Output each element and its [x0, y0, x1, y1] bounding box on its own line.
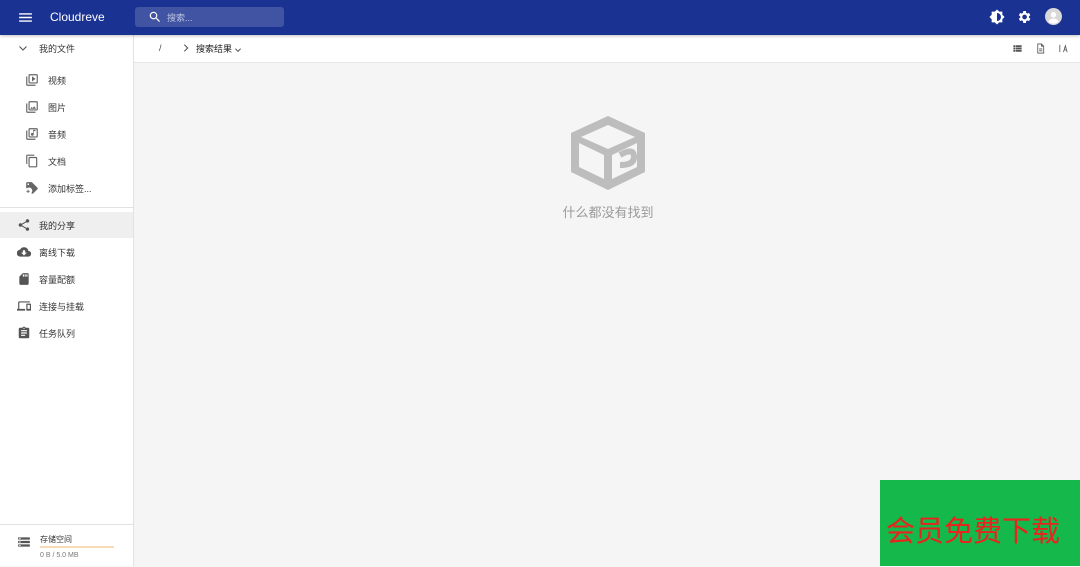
sidebar-item-label: 离线下载 — [39, 248, 76, 258]
sidebar-item-task-queue[interactable]: 任务队列 — [0, 320, 133, 346]
chevron-down-icon — [235, 47, 241, 52]
banner-text: 会员免费下载 — [886, 514, 1061, 548]
sidebar-item-add-tag[interactable]: 添加标签... — [0, 175, 133, 201]
sidebar-item-label: 我的分享 — [39, 221, 76, 231]
breadcrumb-current-label: 搜索结果 — [196, 44, 233, 54]
sidebar-item-label: 容量配额 — [39, 275, 76, 285]
share-icon — [18, 219, 30, 231]
sidebar-item-label: 图片 — [48, 103, 67, 113]
sidebar-item-label: 连接与挂载 — [39, 302, 85, 312]
sidebar-item-label: 文档 — [48, 157, 67, 167]
sidebar-item-label: 我的文件 — [39, 44, 76, 54]
sidebar-item-label: 添加标签... — [48, 184, 92, 194]
sidebar-item-my-files[interactable]: 我的文件 — [0, 35, 133, 61]
member-download-banner[interactable]: 会员免费下载 — [880, 480, 1080, 566]
avatar-icon[interactable] — [1045, 8, 1062, 25]
sidebar-item-label: 音频 — [48, 130, 67, 140]
divider — [0, 207, 133, 208]
search-icon — [149, 11, 160, 22]
storage-progress-bar — [40, 546, 114, 548]
sidebar: 我的文件 视频 图片 音频 文档 添加标签... 我的分享 离线下载 容量配额 … — [0, 35, 134, 566]
menu-icon[interactable] — [17, 9, 34, 26]
document-icon — [26, 154, 38, 168]
sidebar-item-image[interactable]: 图片 — [0, 94, 133, 120]
sidebar-item-connections[interactable]: 连接与挂载 — [0, 293, 133, 319]
list-view-icon[interactable] — [1012, 43, 1023, 54]
chevron-right-icon — [183, 44, 189, 52]
sidebar-item-my-share[interactable]: 我的分享 — [0, 212, 133, 238]
cloud-download-icon — [17, 247, 31, 257]
sd-card-icon — [19, 273, 29, 285]
sidebar-item-document[interactable]: 文档 — [0, 148, 133, 174]
audio-icon — [26, 128, 38, 140]
devices-icon — [17, 301, 31, 311]
sidebar-item-label: 视频 — [48, 76, 67, 86]
app-title: Cloudreve — [50, 10, 105, 24]
clipboard-icon — [18, 326, 30, 339]
tag-plus-icon — [26, 182, 38, 194]
sort-icon[interactable] — [1058, 43, 1069, 54]
file-info-icon[interactable] — [1035, 43, 1046, 54]
theme-toggle-icon[interactable] — [989, 9, 1005, 25]
storage-usage: 0 B / 5.0 MB — [40, 552, 79, 559]
chevron-down-icon[interactable] — [17, 42, 29, 54]
sidebar-item-label: 任务队列 — [39, 329, 76, 339]
app-bar: Cloudreve — [0, 0, 1080, 35]
breadcrumb-root[interactable]: / — [159, 43, 162, 53]
storage-icon — [18, 537, 30, 547]
search-box[interactable] — [135, 7, 284, 27]
empty-message: 什么都没有找到 — [562, 205, 654, 220]
breadcrumb-current[interactable]: 搜索结果 — [196, 42, 242, 55]
breadcrumb: / 搜索结果 — [134, 35, 1080, 63]
sidebar-item-offline-download[interactable]: 离线下载 — [0, 239, 133, 265]
sidebar-item-audio[interactable]: 音频 — [0, 121, 133, 147]
storage-title: 存储空间 — [40, 535, 72, 544]
search-input[interactable] — [165, 9, 279, 27]
image-icon — [26, 101, 38, 113]
empty-box-icon — [571, 116, 645, 190]
sidebar-item-quota[interactable]: 容量配额 — [0, 266, 133, 292]
video-icon — [26, 74, 38, 86]
sidebar-item-video[interactable]: 视频 — [0, 67, 133, 93]
storage-panel[interactable]: 存储空间 0 B / 5.0 MB — [0, 524, 133, 567]
settings-icon[interactable] — [1016, 9, 1032, 25]
